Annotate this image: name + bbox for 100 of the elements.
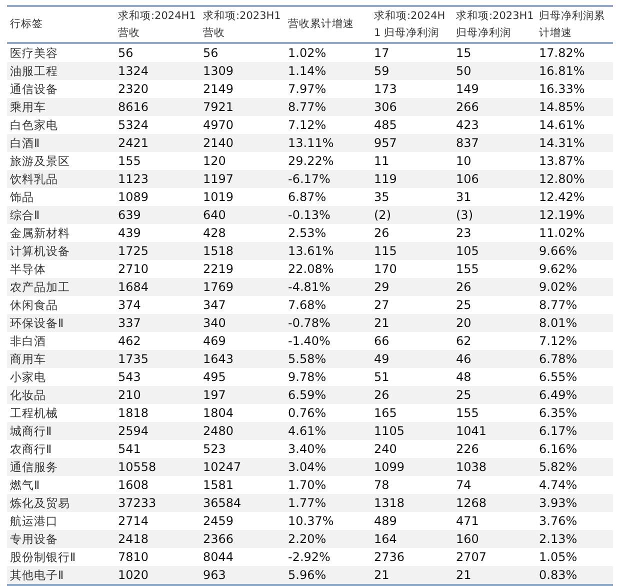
- table-cell-text: 62: [455, 334, 472, 348]
- table-cell-text: 12.80%: [538, 172, 586, 186]
- table-cell-text: 957: [373, 136, 398, 150]
- table-cell-text: 21: [373, 316, 390, 330]
- table-cell-text: 2421: [117, 136, 150, 150]
- table-cell-text: 通信设备: [9, 82, 59, 96]
- table-cell-text: 2140: [202, 136, 235, 150]
- table-cell-text: 423: [455, 118, 480, 132]
- table-cell-text: 173: [373, 82, 398, 96]
- table-cell-text: 640: [202, 208, 227, 222]
- table-cell-text: 26: [373, 226, 390, 240]
- table-cell-text: 小家电: [9, 370, 47, 384]
- table-cell-text: 119: [373, 172, 398, 186]
- column-header: 行标签: [9, 17, 44, 32]
- table-cell-text: 374: [117, 298, 142, 312]
- table-cell-text: 27: [373, 298, 390, 312]
- table-cell-text: 35: [373, 190, 390, 204]
- table-cell-text: 7.12%: [287, 118, 328, 132]
- table-cell-text: 14.85%: [538, 100, 586, 114]
- table-cell-text: 农商行Ⅱ: [9, 442, 53, 456]
- column-header: 归母净利润累计增速: [538, 8, 606, 40]
- table-cell-text: 1324: [117, 64, 150, 78]
- table-cell-text: 74: [455, 478, 472, 492]
- table-cell-text: 541: [117, 442, 142, 456]
- table-cell-text: 210: [117, 388, 142, 402]
- table-cell-text: 14.31%: [538, 136, 586, 150]
- table-cell-text: 51: [373, 370, 390, 384]
- table-cell-text: 4970: [202, 118, 235, 132]
- table-cell-text: (2): [373, 208, 392, 222]
- table-cell-text: 639: [117, 208, 142, 222]
- table-cell-text: 饮料乳品: [9, 172, 59, 186]
- table-cell-text: 2320: [117, 82, 150, 96]
- table-cell-text: 半导体: [9, 262, 47, 276]
- table-cell-text: 6.87%: [287, 190, 328, 204]
- table-cell-text: 9.66%: [538, 244, 578, 258]
- table-cell-text: 金属新材料: [9, 226, 71, 240]
- table-cell-text: 25: [455, 298, 472, 312]
- table-cell-text: 21: [373, 568, 390, 582]
- table-cell-text: 7.12%: [538, 334, 578, 348]
- table-cell-text: 1608: [117, 478, 150, 492]
- table-cell-text: 12.19%: [538, 208, 586, 222]
- table-cell-text: 2459: [202, 514, 235, 528]
- table-cell-text: 1041: [455, 424, 488, 438]
- table-cell-text: 17.82%: [538, 46, 586, 60]
- table-cell-text: 通信服务: [9, 460, 59, 474]
- table-cell-text: 6.78%: [538, 352, 578, 366]
- table-cell-text: 1020: [117, 568, 150, 582]
- table-cell-text: 燃气Ⅱ: [9, 478, 41, 492]
- table-cell-text: 非白酒: [9, 334, 47, 348]
- table-cell-text: 26: [455, 280, 472, 294]
- table-cell-text: 6.35%: [538, 406, 578, 420]
- table-cell-text: 1309: [202, 64, 235, 78]
- table-cell-text: 乘用车: [9, 100, 47, 114]
- table-cell-text: 1725: [117, 244, 150, 258]
- table-cell-text: 837: [455, 136, 480, 150]
- table-cell-text: 155: [117, 154, 142, 168]
- table-cell-text: 29: [373, 280, 390, 294]
- table-cell-text: 56: [202, 46, 220, 60]
- table-cell-text: 股份制银行Ⅱ: [9, 550, 77, 564]
- table-cell-text: 963: [202, 568, 227, 582]
- table-cell-text: 22.08%: [287, 262, 335, 276]
- table-cell-text: 1581: [202, 478, 235, 492]
- table-cell-text: 6.55%: [538, 370, 578, 384]
- table-cell-text: 495: [202, 370, 227, 384]
- table-cell-text: 1518: [202, 244, 235, 258]
- column-header: 营收累计增速: [287, 17, 355, 32]
- table-cell-text: 21: [455, 568, 472, 582]
- table-cell-text: 16.33%: [538, 82, 586, 96]
- table-cell-text: 8.77%: [538, 298, 578, 312]
- table-cell-text: 1769: [202, 280, 235, 294]
- table-cell-text: 155: [455, 262, 480, 276]
- table-cell-text: 6.16%: [538, 442, 578, 456]
- table-cell-text: 10: [455, 154, 472, 168]
- table-cell-text: 46: [455, 352, 472, 366]
- table-cell-text: 8.77%: [287, 100, 328, 114]
- column-header: 求和项:2023H1 归母净利润: [455, 8, 535, 40]
- table-cell-text: 专用设备: [9, 532, 59, 546]
- table-cell-text: 37233: [117, 496, 158, 510]
- table-cell-text: 523: [202, 442, 227, 456]
- table-cell-text: 36584: [202, 496, 242, 510]
- table-cell-text: 50: [455, 64, 472, 78]
- table-cell-text: 240: [373, 442, 398, 456]
- table-cell-text: 5324: [117, 118, 150, 132]
- table-cell-text: 23: [455, 226, 472, 240]
- table-cell-text: 4.74%: [538, 478, 578, 492]
- table-cell-text: 26: [373, 388, 390, 402]
- table-cell-text: 化妆品: [9, 388, 47, 402]
- table-cell-text: 266: [455, 100, 480, 114]
- table-cell-text: 2.20%: [287, 532, 328, 546]
- table-cell-text: 115: [373, 244, 398, 258]
- column-header: 求和项:2024H1 营收: [117, 8, 197, 40]
- table-cell-text: 1038: [455, 460, 488, 474]
- column-header: 求和项:2024H1 归母净利润: [373, 8, 446, 40]
- table-cell-text: 油服工程: [9, 64, 59, 78]
- table-cell-text: (3): [455, 208, 474, 222]
- table-cell-text: 29.22%: [287, 154, 335, 168]
- table-cell-text: 2707: [455, 550, 488, 564]
- table-cell-text: 2480: [202, 424, 235, 438]
- table-cell-text: 0.76%: [287, 406, 328, 420]
- table-cell-text: 1268: [455, 496, 488, 510]
